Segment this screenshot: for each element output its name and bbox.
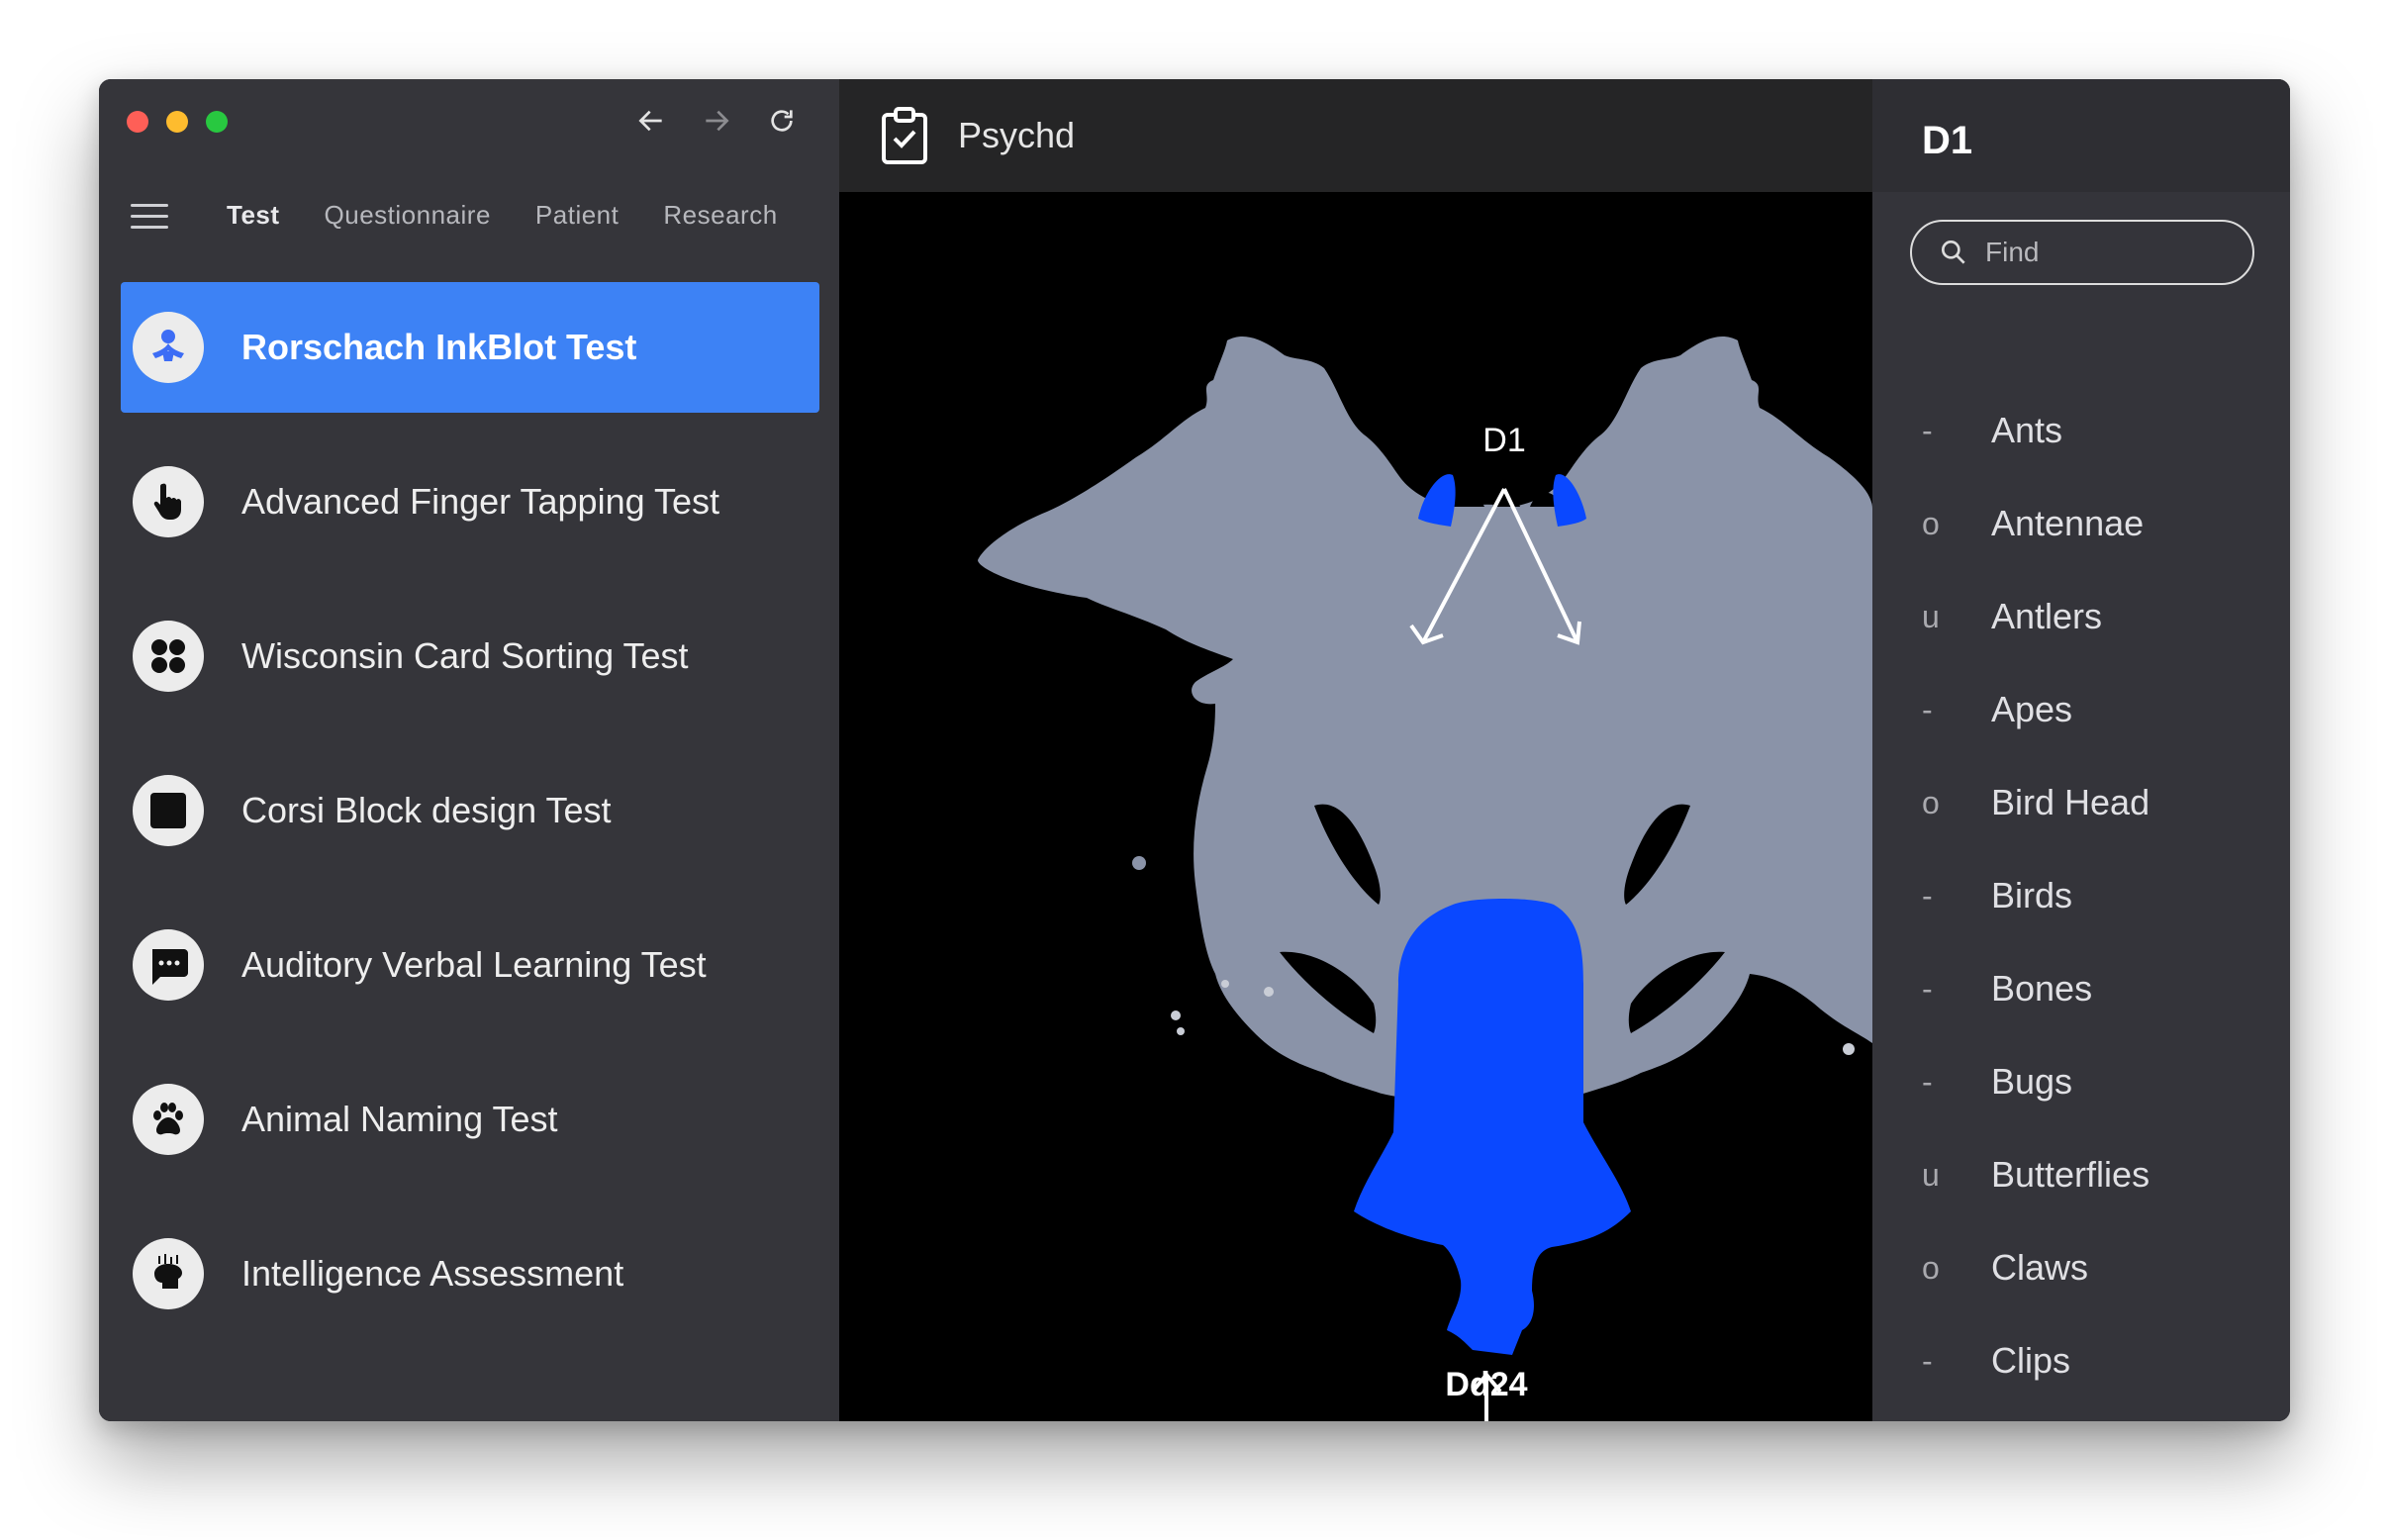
response-label: Antennae (1991, 503, 2145, 543)
inkblot-droplet (1264, 987, 1274, 997)
test-label: Animal Naming Test (241, 1099, 558, 1139)
list-item[interactable]: - Bugs (1922, 1035, 2258, 1128)
form-quality-code: - (1922, 412, 1933, 448)
square-block-icon (133, 775, 204, 846)
response-label: Bones (1991, 968, 2093, 1009)
tab-test[interactable]: Test (227, 200, 280, 231)
test-label: Wisconsin Card Sorting Test (241, 635, 689, 676)
form-quality-code: - (1922, 877, 1933, 914)
inkblot-canvas[interactable]: D1 Dd24 (839, 192, 1872, 1421)
app-window: Test Questionnaire Patient Research Rors… (99, 79, 2290, 1421)
test-item-intelligence[interactable]: Intelligence Assessment (121, 1208, 819, 1339)
form-quality-code: o (1922, 505, 1940, 541)
response-panel: D1 - Ants o Antennae u Antlers - (1872, 79, 2290, 1421)
d1-label: D1 (1482, 422, 1525, 459)
main-area: Psychd D1 Dd24 (839, 79, 1872, 1421)
list-item[interactable]: - Ants (1922, 384, 2258, 477)
pointing-hand-icon (133, 466, 204, 537)
test-item-finger-tapping[interactable]: Advanced Finger Tapping Test (121, 436, 819, 567)
tab-questionnaire[interactable]: Questionnaire (325, 200, 491, 231)
reload-icon (771, 110, 793, 132)
dd24-label: Dd24 (1445, 1366, 1527, 1403)
response-list: - Ants o Antennae u Antlers - Apes o Bir… (1922, 255, 2258, 1407)
form-quality-code: - (1922, 691, 1933, 727)
test-label: Advanced Finger Tapping Test (241, 481, 719, 522)
form-quality-code: u (1922, 1156, 1940, 1193)
paw-icon (133, 1084, 204, 1155)
panel-title: D1 (1922, 119, 1973, 162)
inkblot-droplet (1177, 1027, 1185, 1035)
inkblot-person-icon (133, 312, 204, 383)
four-dots-icon (133, 621, 204, 692)
response-label: Bugs (1991, 1061, 2073, 1102)
arrow-right-icon (706, 110, 729, 132)
test-label: Intelligence Assessment (241, 1253, 624, 1294)
reload-button[interactable] (764, 103, 800, 139)
list-item[interactable]: - Bones (1922, 942, 2258, 1035)
response-label: Clips (1991, 1340, 2071, 1381)
list-item[interactable]: - Clips (1922, 1314, 2258, 1407)
test-list: Rorschach InkBlot Test Advanced Finger T… (121, 282, 819, 1363)
list-item[interactable]: - Birds (1922, 849, 2258, 942)
close-window-button[interactable] (127, 111, 148, 133)
list-item[interactable]: o Claws (1922, 1221, 2258, 1314)
inkblot-figure: D1 Dd24 (978, 336, 1872, 1421)
brain-head-icon (133, 1238, 204, 1309)
response-label: Apes (1991, 689, 2073, 729)
response-label: Ants (1991, 410, 2063, 450)
inkblot-droplet (1171, 1011, 1181, 1020)
test-label: Auditory Verbal Learning Test (241, 944, 707, 985)
test-label: Corsi Block design Test (241, 790, 612, 830)
list-item[interactable]: u Antlers (1922, 570, 2258, 663)
inkblot-droplet (1132, 856, 1146, 870)
test-item-corsi[interactable]: Corsi Block design Test (121, 745, 819, 876)
list-item[interactable]: o Bird Head (1922, 756, 2258, 849)
clipboard-check-icon (882, 107, 927, 164)
response-label: Bird Head (1991, 782, 2150, 822)
response-label: Claws (1991, 1247, 2089, 1288)
test-label: Rorschach InkBlot Test (241, 327, 637, 367)
form-quality-code: - (1922, 970, 1933, 1007)
hamburger-menu-icon[interactable] (131, 204, 168, 234)
tab-research[interactable]: Research (663, 200, 777, 231)
form-quality-code: u (1922, 598, 1940, 634)
tab-patient[interactable]: Patient (535, 200, 619, 231)
list-item[interactable]: - Apes (1922, 663, 2258, 756)
sidebar: Test Questionnaire Patient Research Rors… (99, 79, 839, 1421)
inkblot-droplet (1843, 1043, 1855, 1055)
response-label: Antlers (1991, 596, 2103, 636)
list-item[interactable]: u Butterflies (1922, 1128, 2258, 1221)
back-button[interactable] (633, 103, 669, 139)
arrow-left-icon (638, 110, 662, 132)
test-item-auditory[interactable]: Auditory Verbal Learning Test (121, 900, 819, 1030)
form-quality-code: - (1922, 1063, 1933, 1100)
form-quality-code: - (1922, 1342, 1933, 1379)
form-quality-code: o (1922, 1249, 1940, 1286)
inkblot-droplet (1221, 980, 1229, 988)
test-item-animal-naming[interactable]: Animal Naming Test (121, 1054, 819, 1185)
main-topbar: Psychd (839, 79, 1872, 192)
chat-bubble-icon (133, 929, 204, 1001)
forward-button[interactable] (699, 103, 734, 139)
minimize-window-button[interactable] (166, 111, 188, 133)
response-label: Butterflies (1991, 1154, 2150, 1195)
maximize-window-button[interactable] (206, 111, 228, 133)
test-item-rorschach[interactable]: Rorschach InkBlot Test (121, 282, 819, 413)
list-item[interactable]: o Antennae (1922, 477, 2258, 570)
response-label: Birds (1991, 875, 2073, 915)
form-quality-code: o (1922, 784, 1940, 820)
window-controls (127, 111, 228, 133)
top-tabs: Test Questionnaire Patient Research (227, 200, 778, 231)
app-title: Psychd (958, 115, 1076, 155)
test-item-wisconsin[interactable]: Wisconsin Card Sorting Test (121, 591, 819, 722)
navigation-controls (633, 103, 800, 139)
